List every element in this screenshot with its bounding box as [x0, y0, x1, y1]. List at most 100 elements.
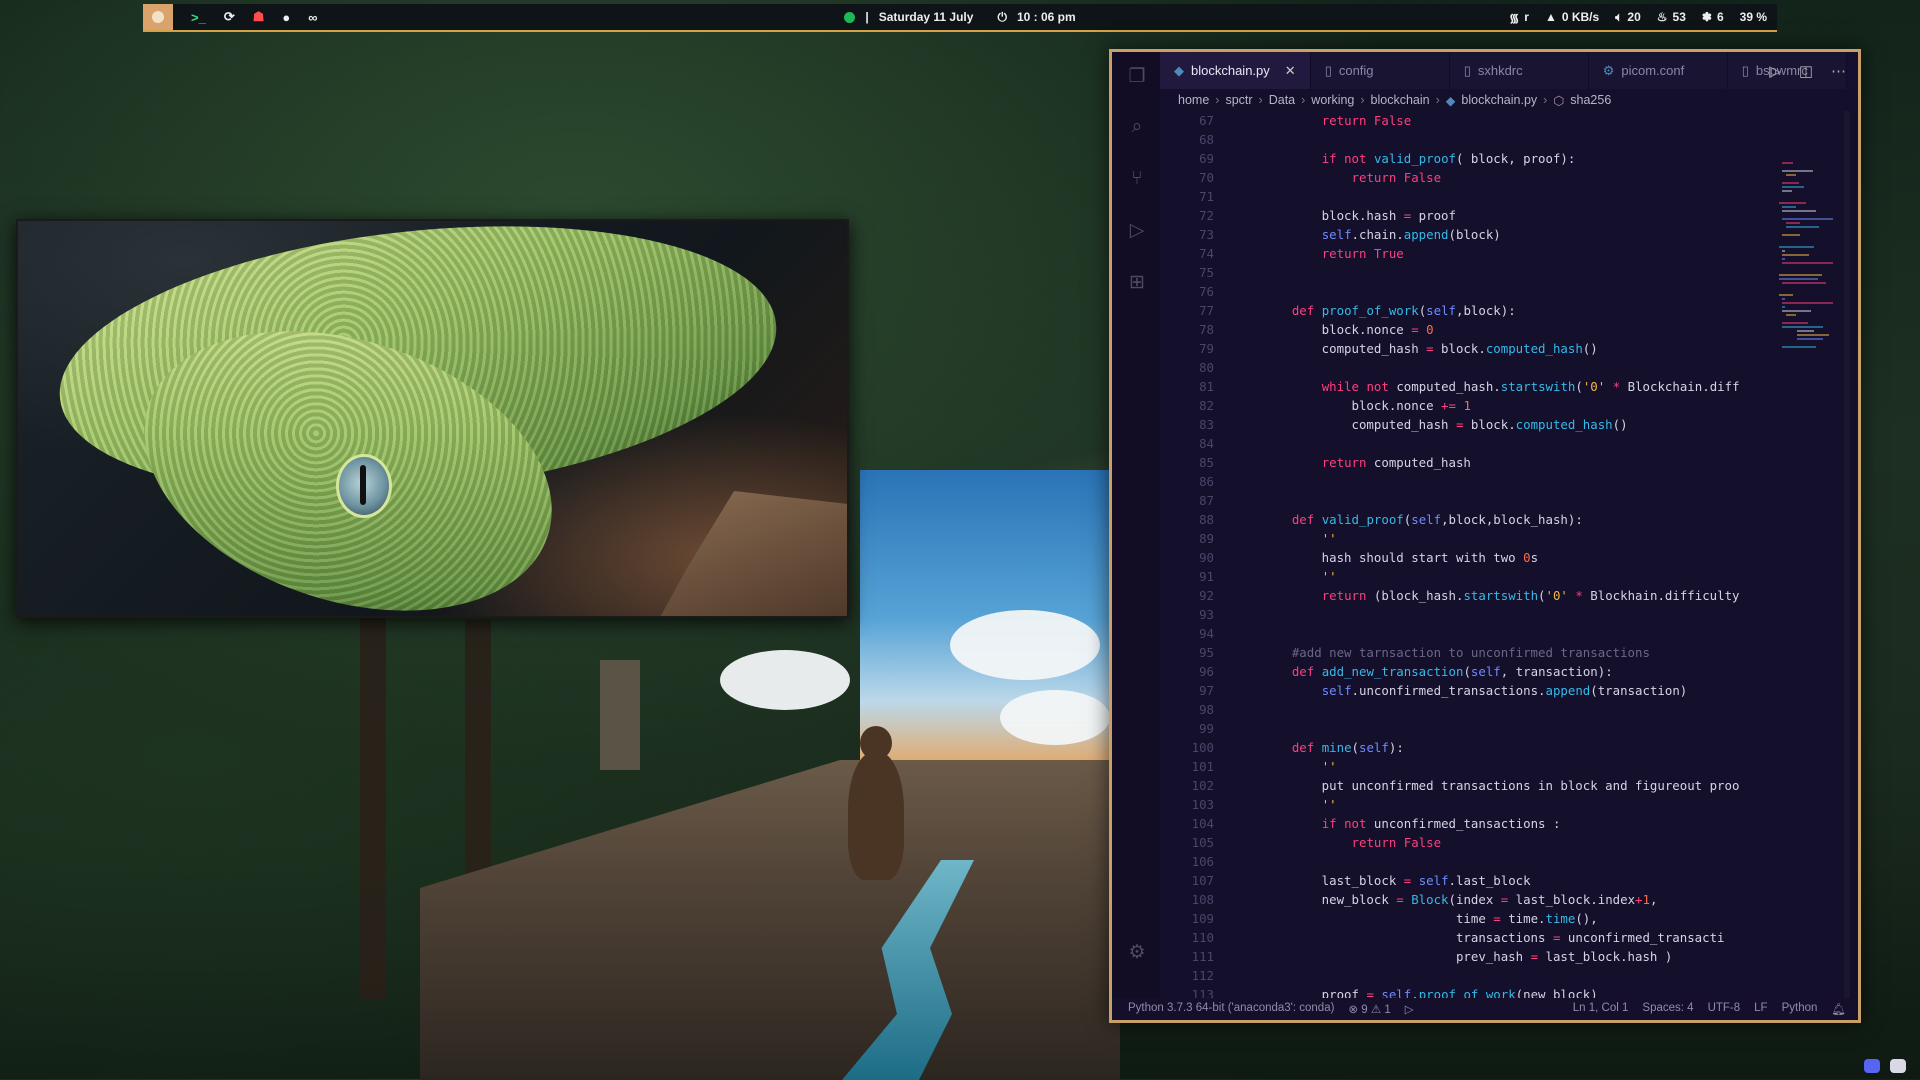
breadcrumb-item[interactable]: blockchain.py — [1461, 93, 1537, 107]
encoding-status[interactable]: UTF-8 — [1708, 1002, 1741, 1016]
time-label: 10 : 06 pm — [1016, 10, 1076, 24]
volume-icon[interactable]: 🔈︎ — [1615, 10, 1622, 25]
breadcrumb-item[interactable]: home — [1178, 93, 1209, 107]
source-control-icon[interactable]: ⑂ — [1126, 168, 1148, 190]
code-area[interactable]: 67 return False 68 69 if not valid_proof( … — [1160, 111, 1838, 998]
gear-icon[interactable]: ⚙ — [1126, 942, 1148, 964]
line-number: 95 — [1199, 645, 1214, 660]
code-line: 104 if not unconfirmed_tansactions : — [1160, 814, 1838, 833]
run-debug-icon[interactable]: ▷ — [1126, 220, 1148, 242]
minimap-line — [1782, 206, 1796, 208]
minimap-line — [1782, 210, 1816, 212]
indentation-status[interactable]: Spaces: 4 — [1642, 1002, 1693, 1016]
code-line: 105 return False — [1160, 833, 1838, 852]
search-icon[interactable]: ⌕ — [1126, 116, 1148, 138]
spotify-icon[interactable] — [844, 11, 856, 23]
line-number: 67 — [1199, 113, 1214, 128]
code-line: 91 '' — [1160, 567, 1838, 586]
code-line: 87 — [1160, 491, 1838, 510]
topbar-status: ᯾ r ▲ 0 KB/s 🔈︎ 20 ♨ 53 ✽ 6 39 % — [1509, 4, 1767, 30]
code-line: 77 def proof_of_work(self,block): — [1160, 301, 1838, 320]
cursor-position[interactable]: Ln 1, Col 1 — [1573, 1002, 1629, 1016]
line-source: time = time.time(), — [1262, 911, 1598, 926]
github-icon[interactable]: ● — [282, 10, 290, 25]
line-number: 108 — [1191, 892, 1214, 907]
breadcrumb-item[interactable]: sha256 — [1570, 93, 1611, 107]
minimap-line — [1782, 250, 1786, 252]
code-line: 109 time = time.time(), — [1160, 909, 1838, 928]
more-actions-icon[interactable]: ⋯ — [1831, 62, 1846, 80]
line-number: 93 — [1199, 607, 1214, 622]
code-editor-window[interactable]: ❐ ⌕ ⑂ ▷ ⊞ ⚙ ◆ blockchain.py ✕ ▯ config ▯… — [1109, 49, 1861, 1023]
interpreter-status[interactable]: Python 3.7.3 64-bit ('anaconda3': conda) — [1128, 1002, 1334, 1016]
wallpaper-ruin — [600, 660, 640, 770]
code-line: 96 def add_new_transaction(self, transac… — [1160, 662, 1838, 681]
line-source: if not valid_proof( block, proof): — [1321, 151, 1576, 166]
wallpaper-ground — [420, 760, 1120, 1080]
line-source: return (block_hash.startswith('0' * Bloc… — [1321, 588, 1740, 603]
infinity-icon[interactable]: ∞ — [308, 10, 317, 25]
eol-status[interactable]: LF — [1754, 1002, 1767, 1016]
breadcrumb-item[interactable]: blockchain — [1371, 93, 1430, 107]
breadcrumb-item[interactable]: spctr — [1225, 93, 1252, 107]
cpu-load-label: 6 — [1716, 10, 1724, 24]
refresh-icon[interactable]: ⟳ — [224, 9, 235, 25]
problems-status[interactable]: ⊗ 9 ⚠ 1 — [1348, 1002, 1390, 1016]
code-line: 112 — [1160, 966, 1838, 985]
wallpaper-tree — [360, 600, 386, 1000]
run-icon[interactable]: ▷ — [1405, 1002, 1414, 1016]
line-number: 84 — [1199, 436, 1214, 451]
code-line: 84 — [1160, 434, 1838, 453]
symbol-icon: ⬡ — [1553, 93, 1565, 108]
extensions-icon[interactable]: ⊞ — [1126, 272, 1148, 294]
minimap-line — [1782, 282, 1827, 284]
line-number: 97 — [1199, 683, 1214, 698]
code-line: 113 proof = self.proof_of_work(new_block… — [1160, 985, 1838, 998]
language-mode[interactable]: Python — [1782, 1002, 1818, 1016]
notifications-icon[interactable]: 🔔︎ — [1831, 1002, 1846, 1016]
activity-bar: ❐ ⌕ ⑂ ▷ ⊞ ⚙ — [1112, 52, 1160, 998]
run-icon[interactable]: ▷ — [1769, 62, 1781, 80]
tab-blockchain-py[interactable]: ◆ blockchain.py ✕ — [1160, 52, 1311, 89]
tab-config[interactable]: ▯ config — [1310, 52, 1450, 89]
line-number: 77 — [1199, 303, 1214, 318]
line-number: 72 — [1199, 208, 1214, 223]
line-number: 105 — [1191, 835, 1214, 850]
status-bar: Python 3.7.3 64-bit ('anaconda3': conda)… — [1112, 998, 1858, 1020]
line-number: 86 — [1199, 474, 1214, 489]
workspace-logo[interactable] — [143, 4, 173, 30]
minimap-line — [1796, 338, 1823, 340]
code-line: 100 def mine(self): — [1160, 738, 1838, 757]
line-number: 102 — [1191, 778, 1214, 793]
tab-picom-conf[interactable]: ⚙ picom.conf — [1588, 52, 1728, 89]
cpu-icon: ✽ — [1701, 10, 1712, 24]
vertical-scrollbar[interactable] — [1844, 111, 1850, 998]
close-icon[interactable]: ✕ — [1285, 63, 1296, 79]
code-line: 82 block.nonce += 1 — [1160, 396, 1838, 415]
image-viewer-window[interactable] — [16, 219, 849, 618]
minimap-line — [1796, 334, 1830, 336]
editor-actions: ▷ ◫ ⋯ — [1769, 52, 1846, 89]
line-number: 92 — [1199, 588, 1214, 603]
code-line: 70 return False — [1160, 168, 1838, 187]
code-line: 98 — [1160, 700, 1838, 719]
breadcrumb-item[interactable]: Data — [1269, 93, 1295, 107]
explorer-icon[interactable]: ❐ — [1126, 66, 1148, 88]
brave-icon[interactable]: ☗ — [253, 9, 265, 25]
warning-count: 1 — [1384, 1004, 1391, 1016]
chevron-right-icon: › — [1258, 93, 1263, 107]
discord-icon[interactable] — [1864, 1059, 1880, 1073]
line-number: 96 — [1199, 664, 1214, 679]
line-source: return False — [1351, 170, 1442, 185]
line-number: 70 — [1199, 170, 1214, 185]
line-number: 87 — [1199, 493, 1214, 508]
wifi-icon: ᯾ — [1509, 10, 1520, 25]
terminal-icon[interactable]: >_ — [191, 10, 206, 25]
line-number: 101 — [1191, 759, 1214, 774]
tray-app-icon[interactable] — [1890, 1059, 1906, 1073]
breadcrumb-item[interactable]: working — [1311, 93, 1354, 107]
split-editor-icon[interactable]: ◫ — [1799, 62, 1813, 80]
minimap[interactable] — [1776, 162, 1840, 402]
tab-sxhkdrc[interactable]: ▯ sxhkdrc — [1449, 52, 1589, 89]
line-number: 79 — [1199, 341, 1214, 356]
